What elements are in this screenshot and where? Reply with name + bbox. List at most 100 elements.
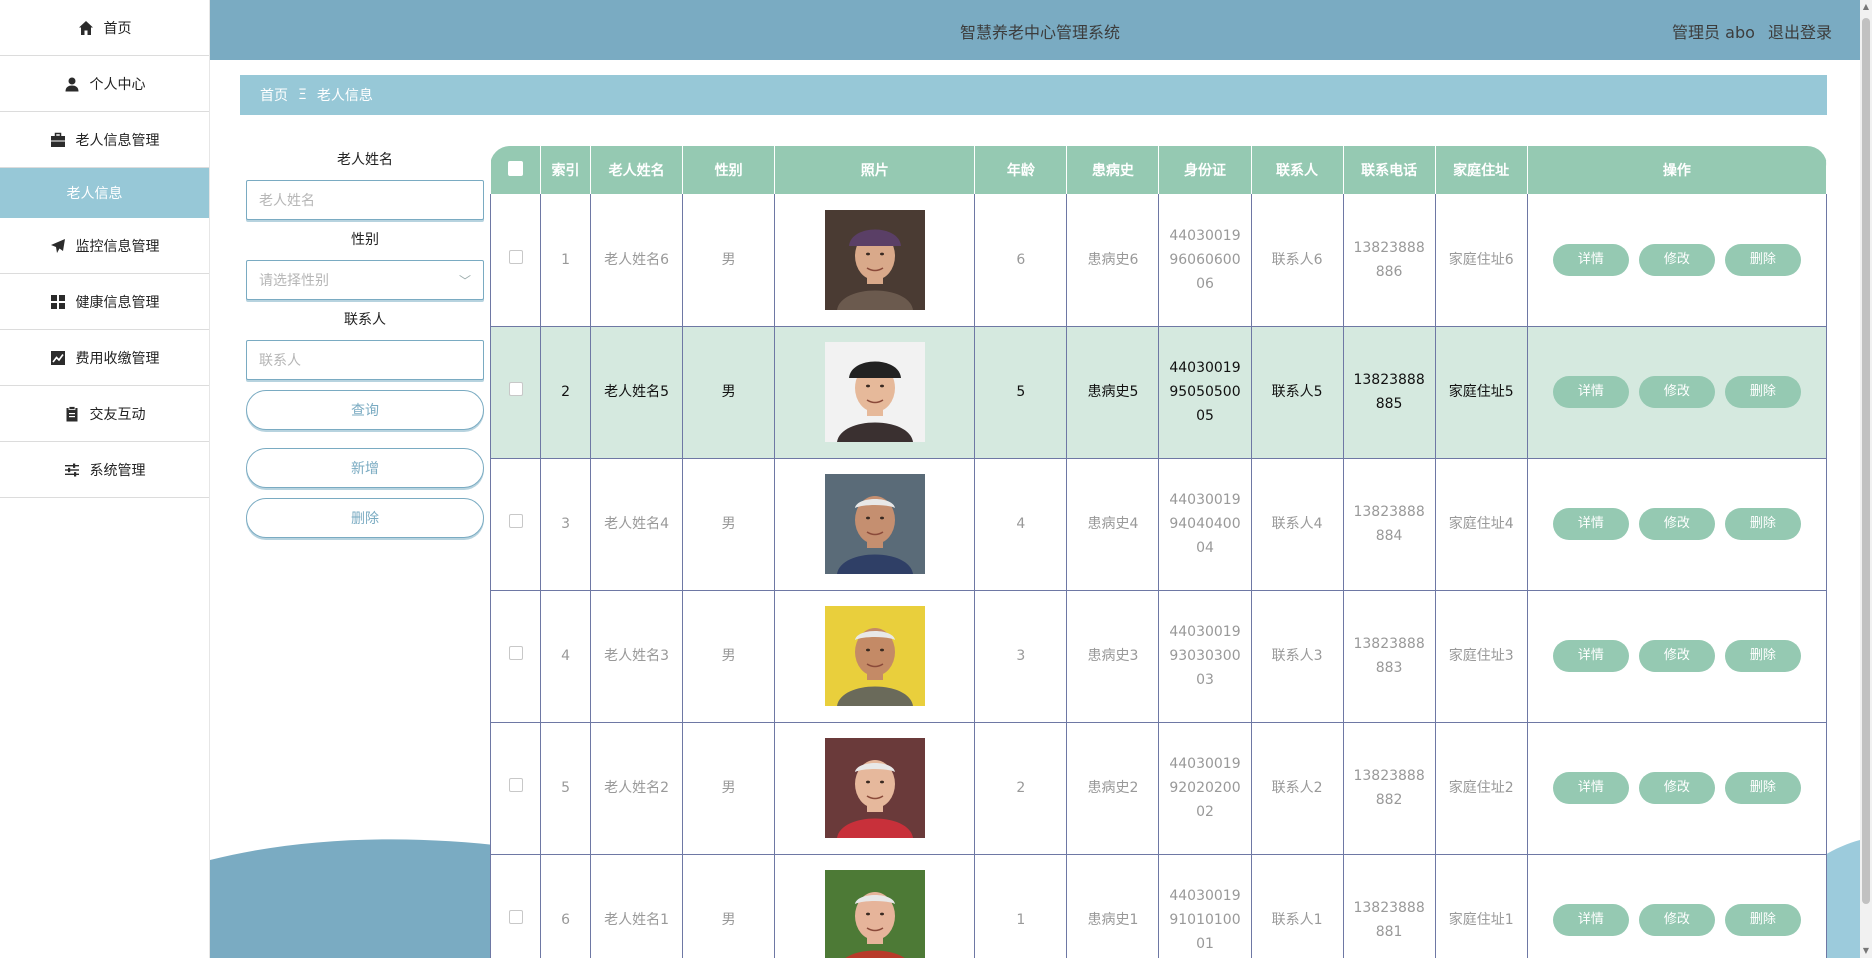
row-actions: 详情 修改 删除 bbox=[1534, 640, 1820, 672]
column-header: 索引 bbox=[540, 146, 592, 194]
sidebar-item-label: 系统管理 bbox=[89, 462, 146, 479]
delete-button[interactable]: 删除 bbox=[1724, 640, 1801, 672]
elder-photo bbox=[824, 606, 925, 706]
address-cell: 家庭住址2 bbox=[1434, 722, 1528, 855]
gender-select[interactable]: 请选择性别 ﹀ bbox=[246, 260, 484, 300]
delete-button[interactable]: 删除 bbox=[1724, 904, 1801, 936]
address-cell: 家庭住址1 bbox=[1434, 854, 1528, 958]
column-header: 老人姓名 bbox=[590, 146, 684, 194]
row-checkbox-cell[interactable] bbox=[490, 458, 542, 591]
sidebar-item-health[interactable]: 健康信息管理 bbox=[0, 274, 209, 330]
gender-cell: 男 bbox=[682, 326, 776, 459]
gender-cell: 男 bbox=[682, 458, 776, 591]
edit-button[interactable]: 修改 bbox=[1638, 640, 1715, 672]
history-cell: 患病史5 bbox=[1066, 326, 1160, 459]
query-button[interactable]: 查询 bbox=[246, 390, 484, 430]
scrollbar-thumb[interactable] bbox=[1862, 18, 1870, 904]
row-checkbox-cell[interactable] bbox=[490, 722, 542, 855]
sidebar-item-monitor[interactable]: 监控信息管理 bbox=[0, 218, 209, 274]
photo-cell bbox=[774, 194, 976, 327]
actions-cell: 详情 修改 删除 bbox=[1526, 194, 1827, 327]
batch-delete-button[interactable]: 删除 bbox=[246, 498, 484, 538]
edit-button[interactable]: 修改 bbox=[1638, 376, 1715, 408]
row-actions: 详情 修改 删除 bbox=[1534, 508, 1820, 540]
breadcrumb-home[interactable]: 首页 bbox=[260, 85, 288, 105]
column-header: 身份证 bbox=[1158, 146, 1252, 194]
row-checkbox[interactable] bbox=[508, 646, 523, 660]
sidebar-item-elder-management[interactable]: 老人信息管理 bbox=[0, 112, 209, 168]
row-checkbox-cell[interactable] bbox=[490, 194, 542, 327]
sidebar-item-elder-info[interactable]: 老人信息 bbox=[0, 168, 209, 218]
history-cell: 患病史1 bbox=[1066, 854, 1160, 958]
detail-button[interactable]: 详情 bbox=[1552, 640, 1629, 672]
phone-cell: 13823888883 bbox=[1342, 590, 1436, 723]
name-cell: 老人姓名6 bbox=[590, 194, 684, 327]
column-header: 年龄 bbox=[974, 146, 1068, 194]
delete-button[interactable]: 删除 bbox=[1724, 772, 1801, 804]
home-icon bbox=[78, 20, 94, 36]
contact-cell: 联系人1 bbox=[1250, 854, 1344, 958]
table-row[interactable]: 4 老人姓名3 男 3 患病史3 440300199303030003 联系人3… bbox=[490, 590, 1827, 723]
index-cell: 5 bbox=[540, 722, 592, 855]
actions-cell: 详情 修改 删除 bbox=[1526, 590, 1827, 723]
column-header: 联系电话 bbox=[1343, 146, 1436, 194]
row-checkbox-cell[interactable] bbox=[490, 854, 542, 958]
detail-button[interactable]: 详情 bbox=[1552, 772, 1629, 804]
edit-button[interactable]: 修改 bbox=[1638, 772, 1715, 804]
name-label: 老人姓名 bbox=[337, 152, 393, 168]
id-card-cell: 440300199202020002 bbox=[1158, 722, 1252, 855]
sidebar-item-system[interactable]: 系统管理 bbox=[0, 442, 209, 498]
delete-button[interactable]: 删除 bbox=[1724, 508, 1801, 540]
breadcrumb-current: 老人信息 bbox=[316, 88, 373, 104]
index-cell: 6 bbox=[540, 854, 592, 958]
edit-button[interactable]: 修改 bbox=[1638, 904, 1715, 936]
select-all-checkbox[interactable] bbox=[507, 160, 523, 176]
table-row[interactable]: 3 老人姓名4 男 4 患病史4 440300199404040004 联系人4… bbox=[490, 458, 1827, 591]
sidebar-item-profile[interactable]: 个人中心 bbox=[0, 56, 209, 112]
actions-cell: 详情 修改 删除 bbox=[1526, 458, 1827, 591]
breadcrumb: 首页 Ξ 老人信息 bbox=[240, 75, 1827, 115]
name-cell: 老人姓名3 bbox=[590, 590, 684, 723]
logout-link[interactable]: 退出登录 bbox=[1768, 23, 1832, 42]
row-checkbox[interactable] bbox=[508, 910, 523, 924]
detail-button[interactable]: 详情 bbox=[1552, 243, 1629, 276]
page-scrollbar[interactable]: ▲ ▼ bbox=[1860, 0, 1872, 958]
add-button[interactable]: 新增 bbox=[246, 448, 484, 488]
contact-cell: 联系人4 bbox=[1250, 458, 1344, 591]
gender-label: 性别 bbox=[351, 232, 379, 248]
sidebar-item-home[interactable]: 首页 bbox=[0, 0, 209, 56]
row-checkbox[interactable] bbox=[508, 778, 523, 792]
row-checkbox-cell[interactable] bbox=[490, 590, 542, 723]
gender-select-placeholder: 请选择性别 bbox=[259, 273, 329, 289]
contact-search-input[interactable] bbox=[246, 340, 484, 380]
scroll-down-arrow-icon[interactable]: ▼ bbox=[1860, 944, 1872, 958]
sidebar-item-label: 费用收缴管理 bbox=[75, 350, 160, 367]
table-row[interactable]: 1 老人姓名6 男 6 患病史6 440300199606060006 联系人6… bbox=[490, 194, 1827, 327]
edit-button[interactable]: 修改 bbox=[1638, 243, 1715, 276]
detail-button[interactable]: 详情 bbox=[1552, 904, 1629, 936]
id-card-cell: 440300199505050005 bbox=[1158, 326, 1252, 459]
delete-button[interactable]: 删除 bbox=[1724, 243, 1801, 276]
table-row[interactable]: 6 老人姓名1 男 1 患病史1 440300199101010001 联系人1… bbox=[490, 854, 1827, 958]
name-search-input[interactable] bbox=[246, 180, 484, 220]
row-checkbox-cell[interactable] bbox=[490, 326, 542, 459]
detail-button[interactable]: 详情 bbox=[1552, 508, 1629, 540]
edit-button[interactable]: 修改 bbox=[1638, 508, 1715, 540]
scroll-up-arrow-icon[interactable]: ▲ bbox=[1860, 0, 1872, 14]
sidebar-item-label: 首页 bbox=[103, 20, 132, 37]
table-row[interactable]: 2 老人姓名5 男 5 患病史5 440300199505050005 联系人5… bbox=[490, 326, 1827, 459]
row-checkbox[interactable] bbox=[508, 382, 523, 396]
user-icon bbox=[64, 76, 80, 92]
sidebar-item-fees[interactable]: 费用收缴管理 bbox=[0, 330, 209, 386]
photo-cell bbox=[774, 590, 976, 723]
contact-label: 联系人 bbox=[344, 312, 386, 328]
index-cell: 2 bbox=[540, 326, 592, 459]
row-checkbox[interactable] bbox=[508, 249, 523, 264]
table-row[interactable]: 5 老人姓名2 男 2 患病史2 440300199202020002 联系人2… bbox=[490, 722, 1827, 855]
select-all-checkbox-cell[interactable] bbox=[490, 146, 542, 194]
delete-button[interactable]: 删除 bbox=[1724, 376, 1801, 408]
history-cell: 患病史3 bbox=[1066, 590, 1160, 723]
row-checkbox[interactable] bbox=[508, 514, 523, 528]
detail-button[interactable]: 详情 bbox=[1552, 376, 1629, 408]
sidebar-item-social[interactable]: 交友互动 bbox=[0, 386, 209, 442]
